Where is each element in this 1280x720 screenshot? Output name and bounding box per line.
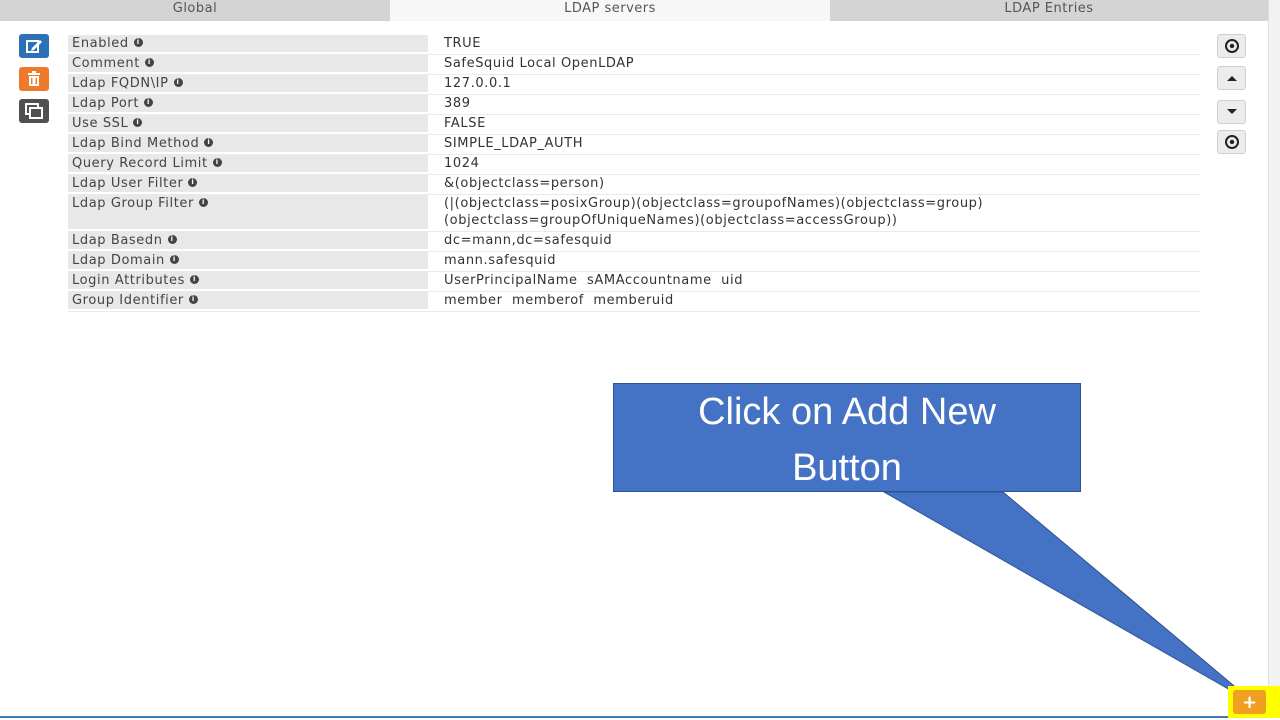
field-label: Comment	[72, 56, 140, 71]
field-label: Ldap Basedn	[72, 233, 163, 248]
field-value: dc=mann,dc=safesquid	[444, 233, 613, 248]
caret-down-icon	[1226, 109, 1237, 114]
field-row-basedn: Ldap Basedn i dc=mann,dc=safesquid	[68, 232, 1200, 252]
move-up-button[interactable]	[1217, 66, 1246, 90]
field-row-port: Ldap Port i 389	[68, 95, 1200, 115]
field-value: SafeSquid Local OpenLDAP	[444, 56, 635, 71]
field-label: Ldap User Filter	[72, 176, 184, 191]
field-row-fqdn: Ldap FQDN\IP i 127.0.0.1	[68, 75, 1200, 95]
info-icon[interactable]: i	[167, 235, 177, 244]
field-value-continued: (objectclass=groupOfUniqueNames)(objectc…	[444, 213, 898, 228]
info-icon[interactable]: i	[144, 98, 154, 107]
info-icon[interactable]: i	[169, 255, 179, 264]
tab-global[interactable]: Global	[0, 0, 390, 21]
bottom-divider	[0, 716, 1280, 718]
info-icon[interactable]: i	[144, 58, 154, 67]
field-value: mann.safesquid	[444, 253, 557, 268]
info-icon[interactable]: i	[133, 118, 143, 127]
info-icon[interactable]: i	[173, 78, 183, 87]
field-label: Enabled	[72, 36, 129, 51]
plus-icon: +	[1241, 691, 1258, 713]
field-label: Group Identifier	[72, 293, 184, 308]
field-value: 389	[444, 96, 471, 111]
callout-line-1: Click on Add New	[698, 391, 996, 433]
field-value: member memberof memberuid	[444, 293, 674, 308]
info-icon[interactable]: i	[189, 275, 199, 284]
field-value: SIMPLE_LDAP_AUTH	[444, 136, 584, 151]
tab-ldap-servers[interactable]: LDAP servers	[390, 0, 830, 21]
field-row-login-attributes: Login Attributes i UserPrincipalName sAMA…	[68, 272, 1200, 292]
field-row-group-filter: Ldap Group Filter i (|(objectclass=posixG…	[68, 195, 1200, 232]
field-label: Ldap Group Filter	[72, 196, 194, 211]
move-down-button[interactable]	[1217, 100, 1246, 124]
field-label: Login Attributes	[72, 273, 185, 288]
field-value: TRUE	[444, 36, 482, 51]
field-label: Ldap Bind Method	[72, 136, 200, 151]
delete-button[interactable]	[19, 67, 49, 91]
field-value: UserPrincipalName sAMAccountname uid	[444, 273, 744, 288]
instruction-callout: Click on Add New Button	[613, 383, 1081, 492]
view-button[interactable]	[1217, 34, 1246, 58]
ldap-server-details: Enabled i TRUE Comment i SafeSquid Local O…	[68, 35, 1200, 312]
field-row-group-identifier: Group Identifier i member memberof member…	[68, 292, 1200, 312]
add-new-button[interactable]: +	[1233, 690, 1266, 714]
field-value: 127.0.0.1	[444, 76, 512, 91]
field-row-user-filter: Ldap User Filter i &(objectclass=person)	[68, 175, 1200, 195]
info-icon[interactable]: i	[133, 38, 143, 47]
info-icon[interactable]: i	[198, 198, 208, 207]
field-value: (|(objectclass=posixGroup)(objectclass=g…	[444, 196, 984, 211]
field-value: 1024	[444, 156, 480, 171]
field-row-comment: Comment i SafeSquid Local OpenLDAP	[68, 55, 1200, 75]
edit-button[interactable]	[19, 34, 49, 58]
field-row-enabled: Enabled i TRUE	[68, 35, 1200, 55]
copy-icon	[25, 103, 43, 119]
field-label: Ldap Domain	[72, 253, 165, 268]
eye-icon	[1224, 135, 1239, 149]
field-label: Use SSL	[72, 116, 129, 131]
edit-icon	[26, 40, 42, 53]
field-row-bind-method: Ldap Bind Method i SIMPLE_LDAP_AUTH	[68, 135, 1200, 155]
field-label: Ldap Port	[72, 96, 140, 111]
field-label: Query Record Limit	[72, 156, 208, 171]
info-icon[interactable]: i	[204, 138, 214, 147]
copy-button[interactable]	[19, 99, 49, 123]
scrollbar[interactable]	[1268, 0, 1280, 718]
caret-up-icon	[1226, 76, 1237, 81]
tab-ldap-entries[interactable]: LDAP Entries	[830, 0, 1268, 21]
field-value: &(objectclass=person)	[444, 176, 605, 191]
tab-bar: Global LDAP servers LDAP Entries	[0, 0, 1268, 21]
field-row-domain: Ldap Domain i mann.safesquid	[68, 252, 1200, 272]
field-value: FALSE	[444, 116, 486, 131]
info-icon[interactable]: i	[188, 178, 198, 187]
field-row-query-limit: Query Record Limit i 1024	[68, 155, 1200, 175]
info-icon[interactable]: i	[188, 295, 198, 304]
info-icon[interactable]: i	[212, 158, 222, 167]
callout-line-2: Button	[792, 447, 902, 489]
view-button-2[interactable]	[1217, 130, 1246, 154]
trash-icon	[28, 71, 40, 86]
field-row-use-ssl: Use SSL i FALSE	[68, 115, 1200, 135]
eye-icon	[1224, 39, 1239, 53]
field-label: Ldap FQDN\IP	[72, 76, 169, 91]
